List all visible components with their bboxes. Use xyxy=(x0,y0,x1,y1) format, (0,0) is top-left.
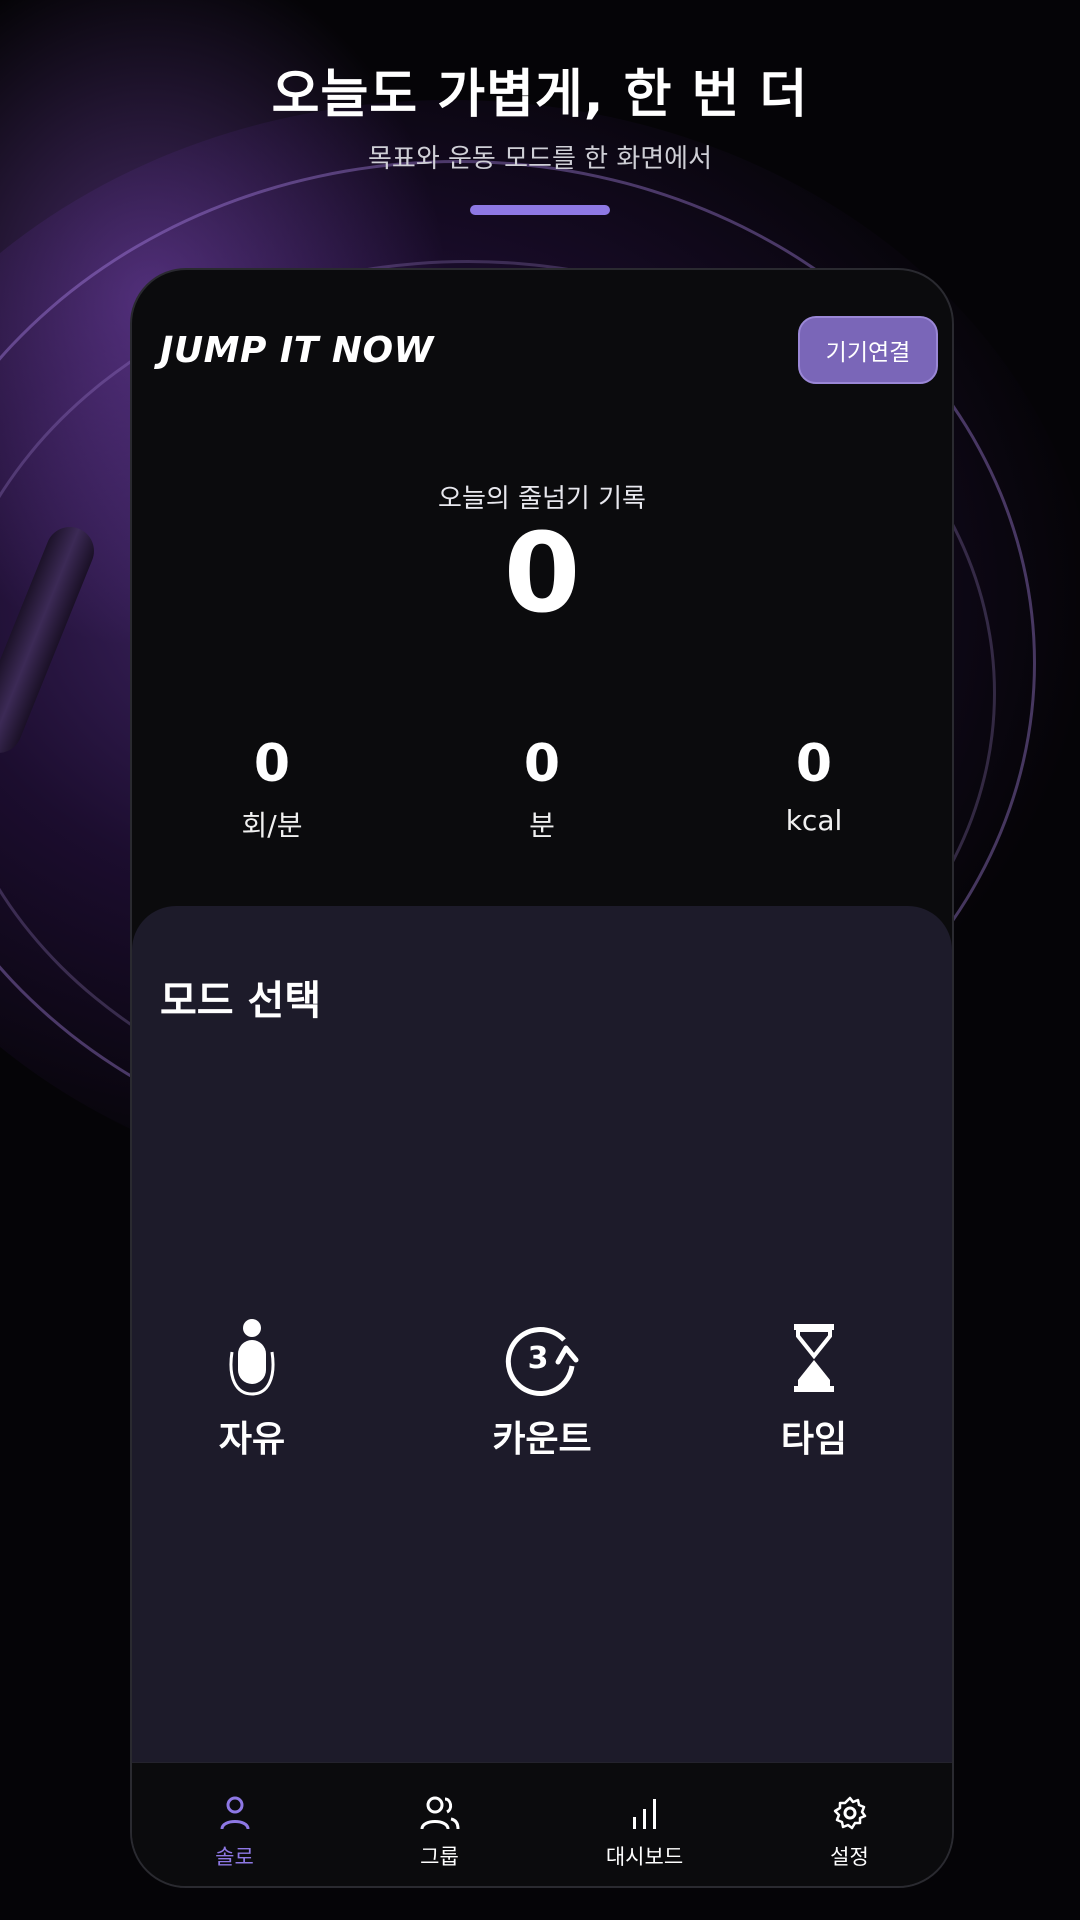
mode-select-panel: 모드 선택 자유 3 카운트 타임 xyxy=(132,906,952,1766)
stat-minutes: 0 분 xyxy=(422,738,662,844)
app-brand: JUMP IT NOW xyxy=(160,330,434,371)
mode-section-title: 모드 선택 xyxy=(160,978,322,1024)
tab-dashboard[interactable]: 대시보드 xyxy=(542,1793,747,1871)
tab-label: 그룹 xyxy=(420,1845,459,1869)
group-icon xyxy=(337,1793,542,1833)
tab-label: 설정 xyxy=(830,1845,869,1869)
mode-label: 자유 xyxy=(218,1419,286,1460)
tab-group[interactable]: 그룹 xyxy=(337,1793,542,1871)
svg-text:3: 3 xyxy=(528,1341,549,1376)
countdown-3-icon: 3 xyxy=(422,1318,662,1398)
phone-frame: JUMP IT NOW 기기연결 오늘의 줄넘기 기록 0 0 회/분 0 분 … xyxy=(130,268,954,1888)
hero-title: 오늘도 가볍게, 한 번 더 xyxy=(271,65,809,125)
bottom-tab-bar: 솔로 그룹 대시보드 설정 xyxy=(132,1762,952,1886)
mode-label: 타임 xyxy=(780,1419,848,1460)
stat-per-minute: 0 회/분 xyxy=(152,738,392,844)
hero-accent-bar xyxy=(470,205,610,215)
connect-device-button[interactable]: 기기연결 xyxy=(798,316,938,384)
person-icon xyxy=(132,1793,337,1833)
stat-kcal: 0 kcal xyxy=(694,738,934,837)
stat-unit: 회/분 xyxy=(241,809,303,842)
stat-value: 0 xyxy=(253,734,291,794)
tab-label: 대시보드 xyxy=(605,1845,684,1869)
hourglass-icon xyxy=(694,1318,934,1398)
mode-time-button[interactable]: 타임 xyxy=(694,1318,934,1462)
tab-solo[interactable]: 솔로 xyxy=(132,1793,337,1871)
today-record-value: 0 xyxy=(503,509,581,637)
stat-unit: 분 xyxy=(529,809,555,842)
mode-label: 카운트 xyxy=(492,1419,592,1460)
tab-label: 솔로 xyxy=(215,1845,254,1869)
gear-icon xyxy=(747,1793,952,1833)
stat-value: 0 xyxy=(523,734,561,794)
jump-rope-person-icon xyxy=(132,1318,372,1398)
stat-value: 0 xyxy=(795,734,833,794)
mode-count-button[interactable]: 3 카운트 xyxy=(422,1318,662,1462)
hero-subtitle: 목표와 운동 모드를 한 화면에서 xyxy=(367,144,713,174)
stat-unit: kcal xyxy=(785,804,843,837)
mode-free-button[interactable]: 자유 xyxy=(132,1318,372,1462)
tab-settings[interactable]: 설정 xyxy=(747,1793,952,1871)
bar-chart-icon xyxy=(542,1793,747,1833)
